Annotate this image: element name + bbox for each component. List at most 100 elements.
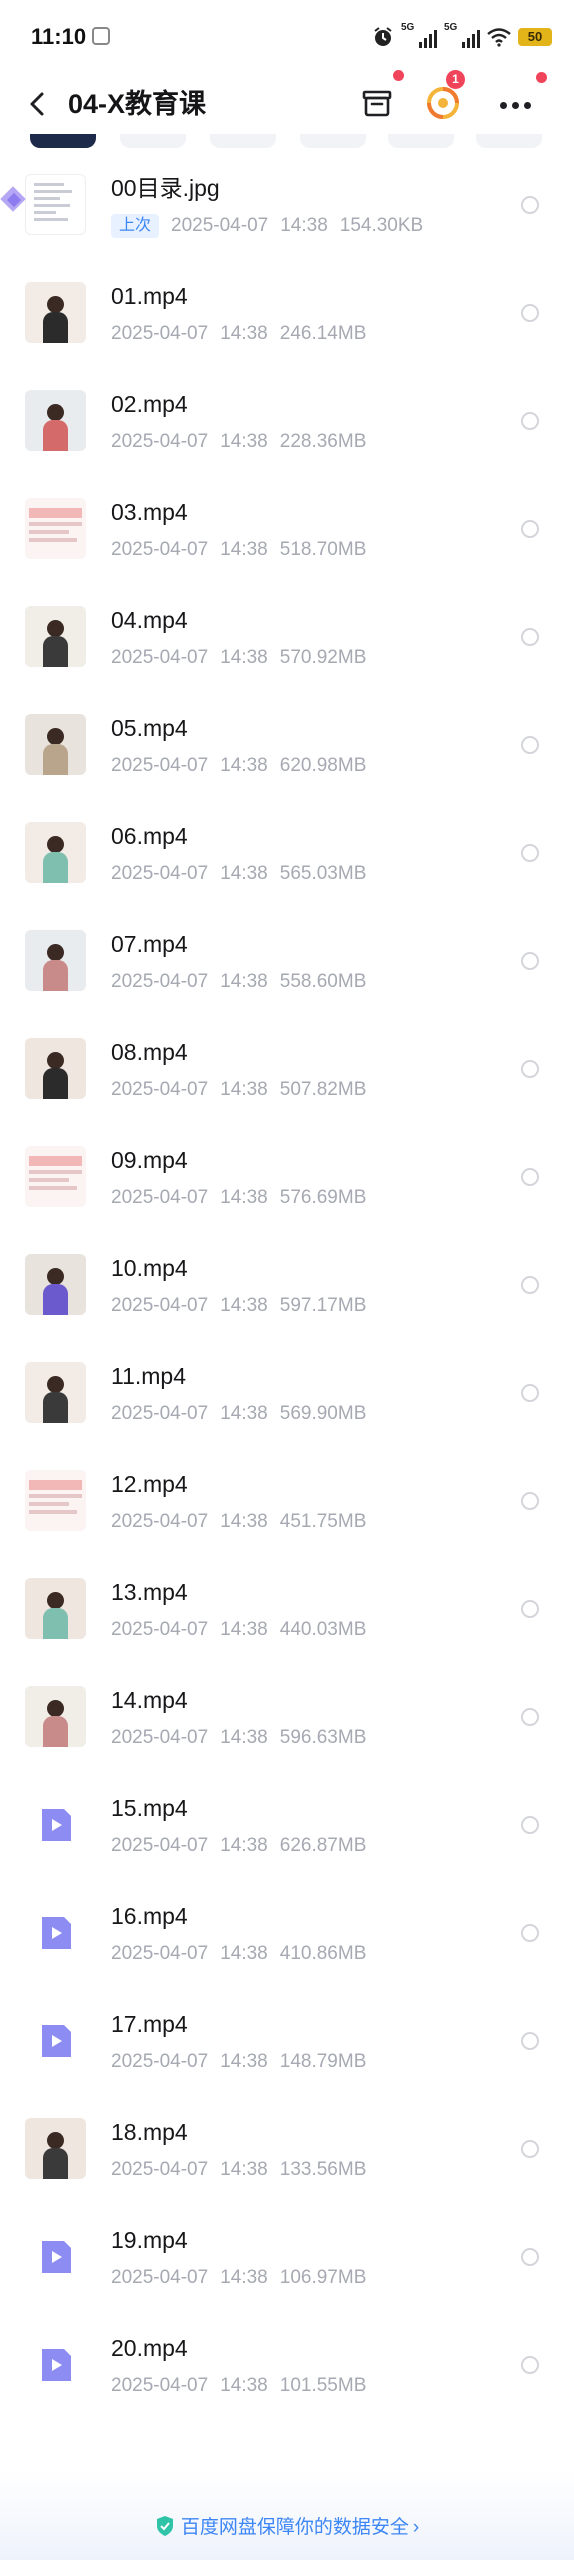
file-size: 558.60MB [279, 971, 367, 992]
select-radio[interactable] [521, 1276, 539, 1294]
file-size: 620.98MB [279, 755, 367, 776]
select-radio[interactable] [521, 736, 539, 754]
file-time: 14:38 [220, 2375, 268, 2396]
select-radio[interactable] [521, 412, 539, 430]
select-radio[interactable] [521, 1708, 539, 1726]
file-meta: 2025-04-07 14:38 106.97MB [111, 2266, 366, 2290]
file-meta: 2025-04-07 14:38 228.36MB [111, 430, 366, 454]
file-row[interactable]: 06.mp4 2025-04-07 14:38 565.03MB [0, 800, 574, 908]
file-row[interactable]: 01.mp4 2025-04-07 14:38 246.14MB [0, 260, 574, 368]
file-size: 597.17MB [279, 1295, 367, 1316]
video-thumbnail [25, 1470, 86, 1531]
file-name: 18.mp4 [111, 2119, 188, 2145]
file-name: 04.mp4 [111, 607, 188, 633]
file-size: 101.55MB [279, 2375, 367, 2396]
file-size: 518.70MB [279, 539, 367, 560]
file-size: 440.03MB [279, 1619, 367, 1640]
file-name: 13.mp4 [111, 1579, 188, 1605]
file-row[interactable]: 05.mp4 2025-04-07 14:38 620.98MB [0, 692, 574, 800]
file-row[interactable]: 08.mp4 2025-04-07 14:38 507.82MB [0, 1016, 574, 1124]
select-radio[interactable] [521, 1492, 539, 1510]
file-date: 2025-04-07 [111, 431, 209, 452]
file-time: 14:38 [220, 755, 268, 776]
select-radio[interactable] [521, 628, 539, 646]
file-row[interactable]: 00目录.jpg 上次 2025-04-07 14:38 154.30KB [0, 152, 574, 260]
file-meta: 2025-04-07 14:38 410.86MB [111, 1942, 366, 1966]
select-radio[interactable] [521, 304, 539, 322]
file-row[interactable]: 07.mp4 2025-04-07 14:38 558.60MB [0, 908, 574, 1016]
file-size: 576.69MB [279, 1187, 367, 1208]
file-time: 14:38 [220, 1403, 268, 1424]
file-name: 17.mp4 [111, 2011, 188, 2037]
file-row[interactable]: 10.mp4 2025-04-07 14:38 597.17MB [0, 1232, 574, 1340]
select-radio[interactable] [521, 1060, 539, 1078]
file-name: 14.mp4 [111, 1687, 188, 1713]
file-row[interactable]: 14.mp4 2025-04-07 14:38 596.63MB [0, 1664, 574, 1772]
select-radio[interactable] [521, 196, 539, 214]
file-meta: 2025-04-07 14:38 246.14MB [111, 322, 366, 346]
file-size: 133.56MB [279, 2159, 367, 2180]
select-radio[interactable] [521, 1816, 539, 1834]
filter-tab[interactable] [388, 134, 454, 148]
file-row[interactable]: 03.mp4 2025-04-07 14:38 518.70MB [0, 476, 574, 584]
select-radio[interactable] [521, 1924, 539, 1942]
video-thumbnail [25, 1362, 86, 1423]
file-meta: 2025-04-07 14:38 596.63MB [111, 1726, 366, 1750]
video-thumbnail [25, 822, 86, 883]
more-options-button[interactable] [496, 88, 536, 120]
file-row[interactable]: 04.mp4 2025-04-07 14:38 570.92MB [0, 584, 574, 692]
select-radio[interactable] [521, 952, 539, 970]
file-meta: 2025-04-07 14:38 626.87MB [111, 1834, 366, 1858]
security-link[interactable]: 百度网盘保障你的数据安全 › [0, 2512, 574, 2539]
file-meta: 2025-04-07 14:38 148.79MB [111, 2050, 366, 2074]
file-row[interactable]: 02.mp4 2025-04-07 14:38 228.36MB [0, 368, 574, 476]
file-date: 2025-04-07 [111, 1619, 209, 1640]
file-row[interactable]: 09.mp4 2025-04-07 14:38 576.69MB [0, 1124, 574, 1232]
file-row[interactable]: 20.mp4 2025-04-07 14:38 101.55MB [0, 2312, 574, 2420]
filter-tab[interactable] [476, 134, 542, 148]
file-row[interactable]: 19.mp4 2025-04-07 14:38 106.97MB [0, 2204, 574, 2312]
file-date: 2025-04-07 [111, 323, 209, 344]
select-radio[interactable] [521, 2140, 539, 2158]
file-time: 14:38 [220, 863, 268, 884]
notification-app-icon [92, 27, 110, 45]
archive-box-icon[interactable] [356, 82, 398, 124]
select-radio[interactable] [521, 2356, 539, 2374]
file-name: 20.mp4 [111, 2335, 188, 2361]
file-size: 451.75MB [279, 1511, 367, 1532]
select-radio[interactable] [521, 2248, 539, 2266]
filter-tab[interactable] [120, 134, 186, 148]
more-dot-icon [512, 102, 519, 109]
select-radio[interactable] [521, 520, 539, 538]
file-size: 106.97MB [279, 2267, 367, 2288]
video-thumbnail [25, 282, 86, 343]
file-row[interactable]: 15.mp4 2025-04-07 14:38 626.87MB [0, 1772, 574, 1880]
floating-diamond-icon[interactable] [0, 182, 32, 218]
file-time: 14:38 [220, 2051, 268, 2072]
file-time: 14:38 [220, 1619, 268, 1640]
file-meta: 2025-04-07 14:38 620.98MB [111, 754, 366, 778]
select-radio[interactable] [521, 1168, 539, 1186]
file-row[interactable]: 13.mp4 2025-04-07 14:38 440.03MB [0, 1556, 574, 1664]
file-name: 10.mp4 [111, 1255, 188, 1281]
file-row[interactable]: 17.mp4 2025-04-07 14:38 148.79MB [0, 1988, 574, 2096]
filter-tab[interactable] [210, 134, 276, 148]
file-time: 14:38 [220, 1511, 268, 1532]
select-radio[interactable] [521, 1384, 539, 1402]
file-row[interactable]: 16.mp4 2025-04-07 14:38 410.86MB [0, 1880, 574, 1988]
select-radio[interactable] [521, 2032, 539, 2050]
file-row[interactable]: 12.mp4 2025-04-07 14:38 451.75MB [0, 1448, 574, 1556]
filter-tab[interactable] [30, 134, 96, 148]
video-thumbnail [25, 930, 86, 991]
sync-badge: 1 [446, 70, 465, 89]
file-row[interactable]: 18.mp4 2025-04-07 14:38 133.56MB [0, 2096, 574, 2204]
file-row[interactable]: 11.mp4 2025-04-07 14:38 569.90MB [0, 1340, 574, 1448]
file-size: 154.30KB [339, 215, 424, 236]
file-meta: 2025-04-07 14:38 570.92MB [111, 646, 366, 670]
back-icon[interactable] [22, 88, 54, 120]
select-radio[interactable] [521, 844, 539, 862]
file-date: 2025-04-07 [111, 2159, 209, 2180]
filter-tab[interactable] [300, 134, 366, 148]
select-radio[interactable] [521, 1600, 539, 1618]
alarm-icon [374, 27, 392, 46]
